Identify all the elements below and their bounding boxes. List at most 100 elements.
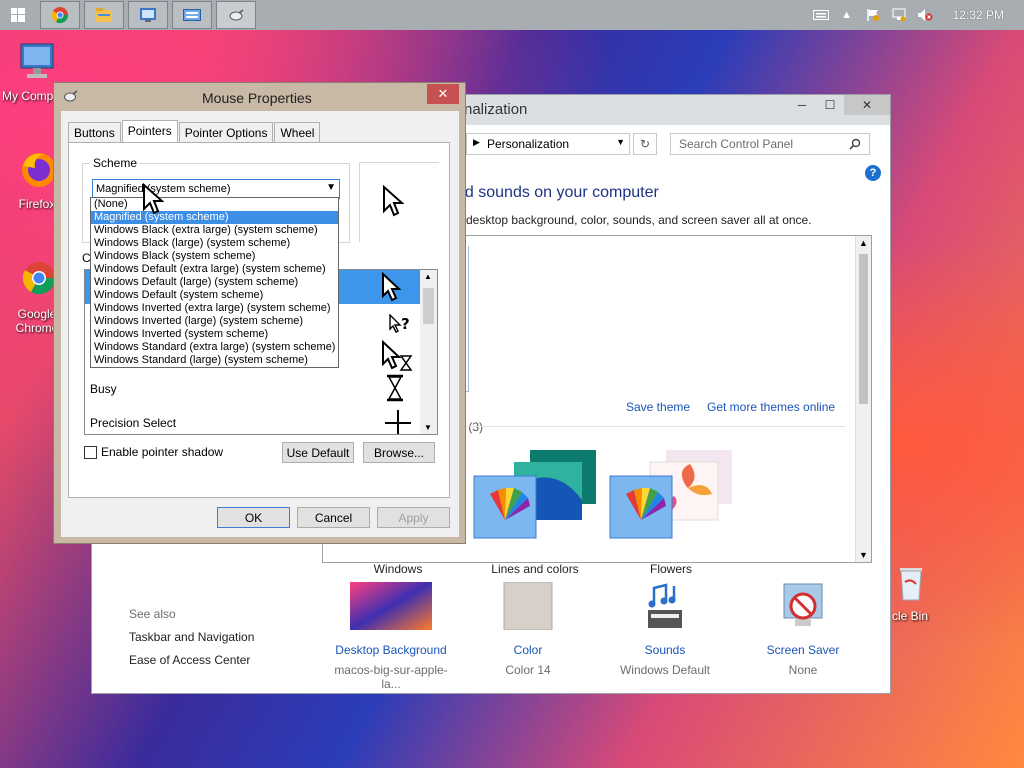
theme-lines-and-colors[interactable]: Lines and colors [470, 450, 600, 576]
refresh-button[interactable]: ↻ [633, 133, 657, 155]
taskbar-explorer-button[interactable] [84, 1, 124, 29]
tab-pointer-options[interactable]: Pointer Options [178, 122, 274, 142]
themes-scrollbar[interactable]: ▲ ▼ [855, 236, 871, 562]
taskbar-control-panel-button[interactable] [128, 1, 168, 29]
search-placeholder: Search Control Panel [679, 137, 794, 151]
keyboard-icon [183, 9, 201, 21]
theme-name: Flowers [649, 562, 692, 576]
scheme-option[interactable]: Windows Black (system scheme) [91, 250, 338, 263]
chevron-down-icon[interactable]: ▼ [616, 137, 625, 147]
scheme-option[interactable]: (None) [91, 198, 338, 211]
help-icon[interactable]: ? [865, 165, 881, 181]
enable-pointer-shadow-checkbox[interactable]: Enable pointer shadow [84, 445, 223, 459]
minimize-button[interactable]: ─ [788, 95, 816, 115]
tile-value: macos-big-sur-apple-la... [334, 663, 448, 691]
cursor-row-busy[interactable]: Busy [90, 382, 117, 396]
scroll-down-icon[interactable]: ▼ [424, 423, 432, 432]
scrollbar-thumb[interactable] [423, 288, 434, 324]
scheme-option[interactable]: Windows Inverted (system scheme) [91, 328, 338, 341]
scheme-label: Scheme [90, 156, 141, 170]
mouse-properties-titlebar[interactable]: Mouse Properties ✕ [54, 83, 465, 111]
scheme-option[interactable]: Windows Inverted (large) (system scheme) [91, 315, 338, 328]
apply-button[interactable]: Apply [377, 507, 450, 528]
taskbar-chrome-button[interactable] [40, 1, 80, 29]
tab-buttons[interactable]: Buttons [68, 122, 121, 142]
scheme-option[interactable]: Windows Default (extra large) (system sc… [91, 263, 338, 276]
breadcrumb-personalization[interactable]: Personalization [487, 137, 569, 151]
use-default-button[interactable]: Use Default [282, 442, 354, 463]
search-icon[interactable] [849, 138, 861, 150]
tile-value: Windows Default [619, 663, 711, 677]
scheme-option[interactable]: Windows Inverted (extra large) (system s… [91, 302, 338, 315]
page-heading: nd sounds on your computer [456, 184, 659, 201]
cancel-button[interactable]: Cancel [297, 507, 370, 528]
see-also-ease-of-access-link[interactable]: Ease of Access Center [129, 653, 250, 667]
color-tile[interactable]: Color Color 14 [463, 581, 593, 677]
scroll-down-icon[interactable]: ▼ [859, 550, 868, 560]
window-title: nalization [464, 101, 528, 118]
taskbar-keyboard-button[interactable] [172, 1, 212, 29]
theme-name: Windows [373, 562, 423, 576]
search-input[interactable]: Search Control Panel [670, 133, 870, 155]
screen-saver-tile[interactable]: Screen Saver None [738, 582, 868, 677]
arrow-cursor-icon [382, 272, 401, 302]
scheme-option[interactable]: Windows Black (large) (system scheme) [91, 237, 338, 250]
scheme-select[interactable]: Magnified (system scheme) ▼ [92, 179, 340, 199]
recycle-bin-icon [900, 568, 922, 601]
chevron-up-icon[interactable]: ▲ [839, 8, 855, 22]
dialog-close-button[interactable]: ✕ [427, 84, 459, 104]
maximize-button[interactable]: ☐ [816, 95, 844, 115]
mouse-icon [229, 9, 244, 21]
tab-strip: Buttons Pointers Pointer Options Wheel [68, 120, 321, 142]
browse-button[interactable]: Browse... [363, 442, 435, 463]
see-also-taskbar-link[interactable]: Taskbar and Navigation [129, 630, 254, 644]
taskbar: ▲ 12:32 PM [0, 0, 1024, 30]
divider [453, 426, 845, 427]
cursor-row-precision-select[interactable]: Precision Select [90, 416, 176, 430]
theme-name: Lines and colors [491, 562, 579, 576]
theme-lines-and-colors-preview [473, 450, 596, 539]
save-theme-link[interactable]: Save theme [626, 400, 690, 414]
cursor-list-scrollbar[interactable]: ▲ ▼ [420, 270, 437, 434]
taskbar-clock[interactable]: 12:32 PM [953, 8, 1004, 22]
windows-logo-icon [11, 8, 25, 22]
scheme-dropdown-list[interactable]: (None) Magnified (system scheme) Windows… [90, 197, 339, 368]
scrollbar-thumb[interactable] [859, 254, 868, 404]
tile-title: Screen Saver [766, 643, 840, 657]
volume-muted-icon[interactable] [917, 8, 933, 22]
theme-flowers[interactable]: Flowers [606, 450, 736, 576]
address-bar[interactable]: ▶ Personalization ▼ [466, 133, 630, 155]
chevron-down-icon[interactable]: ▼ [326, 182, 336, 193]
keyboard-tray-icon[interactable] [812, 8, 829, 22]
scheme-option[interactable]: Windows Default (system scheme) [91, 289, 338, 302]
scheme-option[interactable]: Windows Black (extra large) (system sche… [91, 224, 338, 237]
tile-title: Color [513, 643, 543, 657]
taskbar-mouse-button[interactable] [216, 1, 256, 29]
close-button[interactable]: ✕ [844, 95, 890, 115]
sounds-tile[interactable]: Sounds Windows Default [600, 582, 730, 677]
scroll-up-icon[interactable]: ▲ [859, 238, 868, 248]
breadcrumb-arrow-icon: ▶ [473, 137, 480, 147]
tab-pointers[interactable]: Pointers [121, 120, 178, 142]
network-icon[interactable] [891, 8, 907, 22]
scheme-option[interactable]: Windows Default (large) (system scheme) [91, 276, 338, 289]
action-center-flag-icon[interactable] [865, 8, 881, 22]
desktop-background-tile[interactable]: Desktop Background macos-big-sur-apple-l… [326, 582, 456, 691]
scheme-option[interactable]: Windows Standard (large) (system scheme) [91, 354, 338, 367]
ok-button[interactable]: OK [217, 507, 290, 528]
get-more-themes-link[interactable]: Get more themes online [707, 400, 835, 414]
tile-value: None [788, 663, 818, 677]
see-also-label: See also [129, 607, 176, 621]
checkbox-box[interactable] [84, 445, 97, 459]
scroll-up-icon[interactable]: ▲ [424, 272, 432, 281]
color-swatch-icon [503, 581, 553, 631]
svg-text:?: ? [401, 315, 410, 333]
sounds-icon [648, 583, 682, 628]
start-button[interactable] [0, 0, 36, 30]
scheme-option[interactable]: Windows Standard (extra large) (system s… [91, 341, 338, 354]
mouse-icon [64, 90, 78, 102]
dialog-title: Mouse Properties [202, 90, 312, 106]
checkbox-label: Enable pointer shadow [101, 445, 224, 459]
scheme-option-highlighted[interactable]: Magnified (system scheme) [91, 211, 338, 224]
tab-wheel[interactable]: Wheel [274, 122, 321, 142]
